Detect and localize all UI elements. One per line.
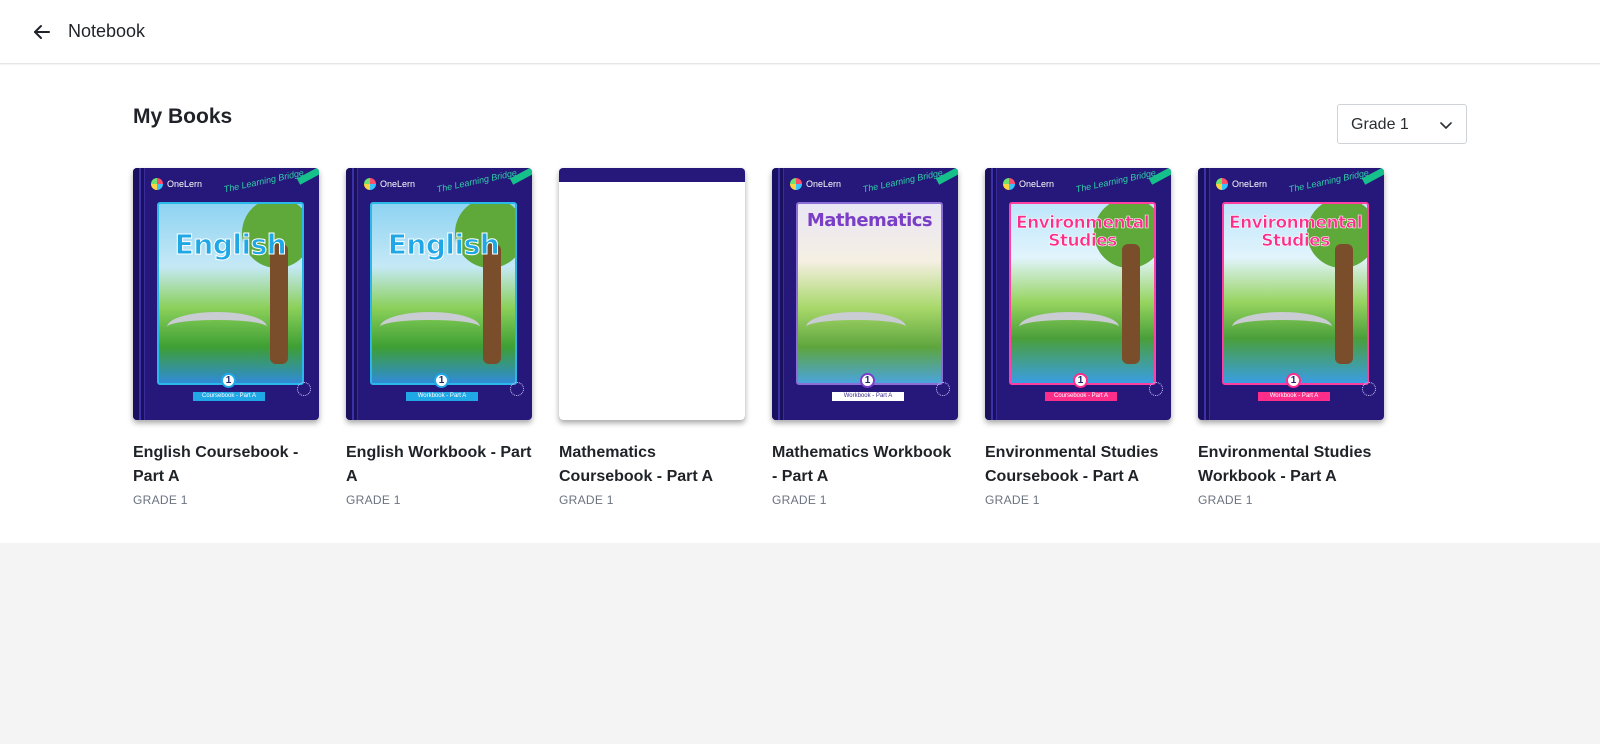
book-grade: GRADE 1 bbox=[1198, 493, 1253, 507]
book-cover[interactable] bbox=[559, 168, 745, 420]
book-grade: GRADE 1 bbox=[985, 493, 1040, 507]
onelern-logo-icon bbox=[151, 178, 163, 190]
cover-subject: English bbox=[174, 228, 287, 262]
bridge-shape bbox=[806, 312, 906, 342]
seal-icon bbox=[936, 382, 950, 396]
book-cover[interactable]: OneLern The Learning Bridge English 1 Wo… bbox=[346, 168, 532, 420]
brand-logo: OneLern bbox=[151, 178, 202, 190]
trunk-shape bbox=[1122, 244, 1140, 364]
cover-tagline: The Learning Bridge bbox=[1288, 168, 1371, 195]
cover-strip: Workbook - Part A bbox=[1258, 392, 1330, 401]
book-card[interactable]: OneLern The Learning Bridge Environmenta… bbox=[985, 168, 1171, 507]
book-cover[interactable]: OneLern The Learning Bridge Environmenta… bbox=[1198, 168, 1384, 420]
brand-logo: OneLern bbox=[364, 178, 415, 190]
brand-text: OneLern bbox=[1232, 179, 1268, 189]
cover-illustration: Mathematics bbox=[796, 202, 943, 385]
onelern-logo-icon bbox=[790, 178, 802, 190]
book-title[interactable]: Mathematics Coursebook - Part A bbox=[559, 441, 745, 489]
onelern-logo-icon bbox=[1216, 178, 1228, 190]
cover-tagline: The Learning Bridge bbox=[1075, 168, 1158, 195]
cover-placeholder bbox=[559, 182, 745, 420]
cover-strip: Coursebook - Part A bbox=[193, 392, 265, 401]
book-title[interactable]: English Workbook - Part A bbox=[346, 441, 532, 489]
grade-select-value: Grade 1 bbox=[1351, 116, 1409, 133]
bridge-shape bbox=[380, 312, 480, 342]
cover-tagline: The Learning Bridge bbox=[223, 168, 306, 195]
cover-strip: Workbook - Part A bbox=[832, 392, 904, 401]
book-cover[interactable]: OneLern The Learning Bridge Environmenta… bbox=[985, 168, 1171, 420]
chevron-down-icon bbox=[1438, 117, 1454, 133]
cover-illustration: English bbox=[157, 202, 304, 385]
book-title[interactable]: Environmental Studies Coursebook - Part … bbox=[985, 441, 1171, 489]
grade-number-badge: 1 bbox=[1073, 373, 1088, 388]
book-cover[interactable]: OneLern The Learning Bridge Mathematics … bbox=[772, 168, 958, 420]
cover-illustration: Environmental Studies bbox=[1009, 202, 1156, 385]
book-grade: GRADE 1 bbox=[559, 493, 614, 507]
brand-text: OneLern bbox=[167, 179, 203, 189]
grade-number-badge: 1 bbox=[221, 373, 236, 388]
brand-text: OneLern bbox=[806, 179, 842, 189]
cover-spine-line bbox=[352, 168, 354, 420]
grade-number-badge: 1 bbox=[434, 373, 449, 388]
cover-spine-line bbox=[1204, 168, 1206, 420]
top-bar: Notebook bbox=[0, 0, 1600, 64]
brand-logo: OneLern bbox=[1216, 178, 1267, 190]
book-grade: GRADE 1 bbox=[346, 493, 401, 507]
cover-subject: Environmental Studies bbox=[1228, 213, 1363, 251]
book-card[interactable]: Mathematics Coursebook - Part A GRADE 1 bbox=[559, 168, 745, 507]
section-title: My Books bbox=[133, 105, 233, 128]
cover-subject: Environmental Studies bbox=[1015, 213, 1150, 251]
cover-tagline: The Learning Bridge bbox=[862, 168, 945, 195]
trunk-shape bbox=[483, 244, 501, 364]
cover-spine-line bbox=[778, 168, 780, 420]
books-panel: My Books Grade 1 OneLern The Learning Br… bbox=[0, 65, 1600, 543]
book-card[interactable]: OneLern The Learning Bridge English 1 Wo… bbox=[346, 168, 532, 507]
trunk-shape bbox=[1335, 244, 1353, 364]
book-card[interactable]: OneLern The Learning Bridge Environmenta… bbox=[1198, 168, 1384, 507]
page-title: Notebook bbox=[68, 21, 146, 41]
brand-text: OneLern bbox=[1019, 179, 1055, 189]
brand-text: OneLern bbox=[380, 179, 416, 189]
book-title[interactable]: Mathematics Workbook - Part A bbox=[772, 441, 958, 489]
seal-icon bbox=[510, 382, 524, 396]
book-title[interactable]: Environmental Studies Workbook - Part A bbox=[1198, 441, 1384, 489]
cover-subject: English bbox=[387, 228, 500, 262]
cover-strip: Workbook - Part A bbox=[406, 392, 478, 401]
trunk-shape bbox=[270, 244, 288, 364]
bridge-shape bbox=[1232, 312, 1332, 342]
book-cover[interactable]: OneLern The Learning Bridge English 1 Co… bbox=[133, 168, 319, 420]
book-card[interactable]: OneLern The Learning Bridge English 1 Co… bbox=[133, 168, 319, 507]
seal-icon bbox=[297, 382, 311, 396]
grade-select[interactable]: Grade 1 bbox=[1337, 104, 1467, 144]
book-grade: GRADE 1 bbox=[133, 493, 188, 507]
cover-spine-line bbox=[991, 168, 993, 420]
bridge-shape bbox=[1019, 312, 1119, 342]
arrow-left-icon[interactable] bbox=[30, 20, 54, 44]
cover-tagline: The Learning Bridge bbox=[436, 168, 519, 195]
cover-spine-line bbox=[139, 168, 141, 420]
cover-illustration: Environmental Studies bbox=[1222, 202, 1369, 385]
bridge-shape bbox=[167, 312, 267, 342]
seal-icon bbox=[1149, 382, 1163, 396]
cover-illustration: English bbox=[370, 202, 517, 385]
book-card[interactable]: OneLern The Learning Bridge Mathematics … bbox=[772, 168, 958, 507]
brand-logo: OneLern bbox=[790, 178, 841, 190]
cover-strip: Coursebook - Part A bbox=[1045, 392, 1117, 401]
cover-subject: Mathematics bbox=[806, 210, 933, 231]
book-title[interactable]: English Coursebook - Part A bbox=[133, 441, 319, 489]
grade-number-badge: 1 bbox=[1286, 373, 1301, 388]
seal-icon bbox=[1362, 382, 1376, 396]
onelern-logo-icon bbox=[1003, 178, 1015, 190]
brand-logo: OneLern bbox=[1003, 178, 1054, 190]
grade-number-badge: 1 bbox=[860, 373, 875, 388]
onelern-logo-icon bbox=[364, 178, 376, 190]
book-grade: GRADE 1 bbox=[772, 493, 827, 507]
